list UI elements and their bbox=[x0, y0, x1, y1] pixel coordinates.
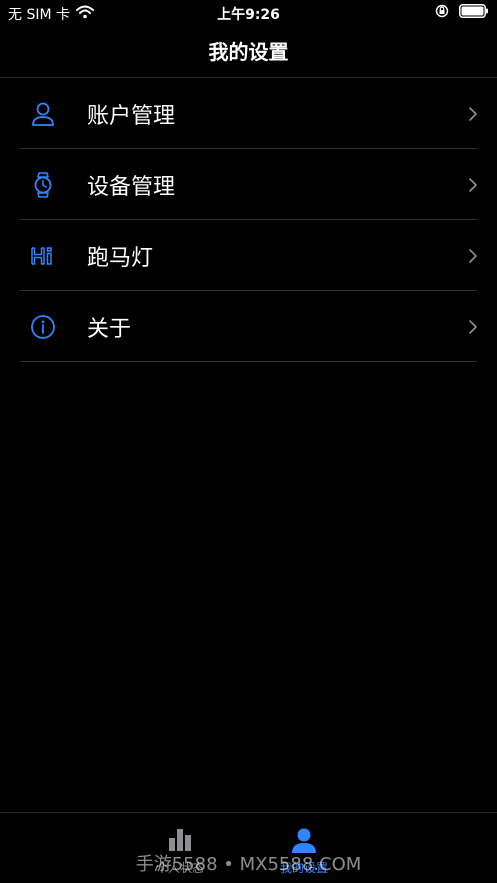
row-divider bbox=[20, 361, 477, 362]
menu-item-marquee[interactable]: 跑马灯 bbox=[0, 220, 497, 291]
info-icon bbox=[30, 314, 56, 340]
menu-item-device[interactable]: 设备管理 bbox=[0, 149, 497, 220]
orientation-lock-icon bbox=[435, 4, 449, 22]
menu-item-label: 账户管理 bbox=[87, 103, 176, 129]
hi-marquee-icon bbox=[30, 243, 56, 269]
person-icon bbox=[291, 827, 317, 857]
status-bar: 无 SIM 卡 上午9:26 bbox=[0, 0, 497, 26]
battery-icon bbox=[459, 4, 489, 22]
menu-item-label: 跑马灯 bbox=[87, 245, 154, 271]
tab-bar: 个人状态 我的设置 bbox=[0, 812, 497, 883]
chevron-right-icon bbox=[467, 248, 479, 264]
menu-item-label: 关于 bbox=[87, 316, 132, 342]
status-time: 上午9:26 bbox=[217, 7, 280, 23]
watch-icon bbox=[30, 171, 56, 198]
tab-my-settings[interactable]: 我的设置 bbox=[180, 813, 428, 883]
settings-menu: 账户管理 设备管理 跑马灯 关于 bbox=[0, 78, 497, 362]
user-icon bbox=[30, 101, 56, 127]
menu-item-label: 设备管理 bbox=[87, 174, 176, 200]
status-right bbox=[435, 4, 489, 22]
menu-item-account[interactable]: 账户管理 bbox=[0, 78, 497, 149]
menu-item-about[interactable]: 关于 bbox=[0, 291, 497, 362]
chevron-right-icon bbox=[467, 106, 479, 122]
chevron-right-icon bbox=[467, 319, 479, 335]
page-title: 我的设置 bbox=[208, 40, 289, 64]
chevron-right-icon bbox=[467, 177, 479, 193]
tab-label: 我的设置 bbox=[279, 861, 328, 875]
